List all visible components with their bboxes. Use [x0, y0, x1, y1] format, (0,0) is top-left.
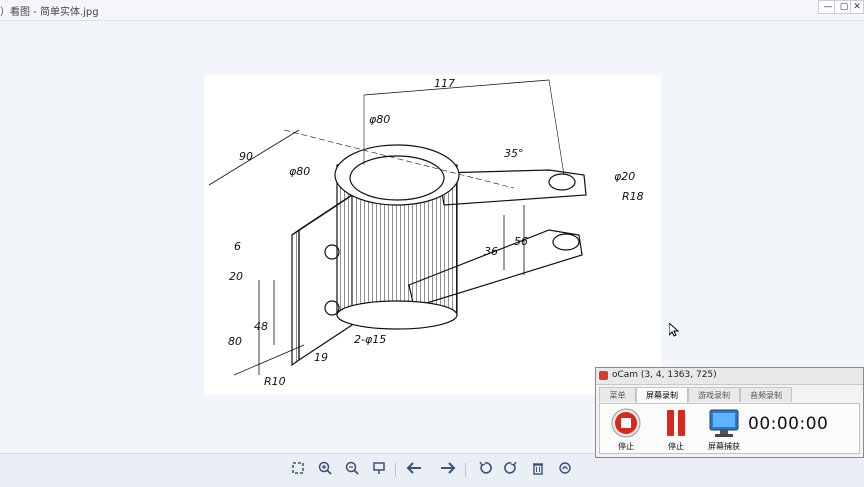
ocam-window: oCam (3, 4, 1363, 725) 菜单 屏幕录制 游戏录制 音频录制… [595, 367, 864, 458]
capture-label: 屏幕捕获 [708, 442, 740, 451]
dim-phi80-top: φ80 [369, 113, 390, 126]
fit-screen-icon[interactable] [288, 461, 308, 479]
tab-audio-record[interactable]: 音频录制 [740, 387, 792, 402]
dim-r18: R18 [622, 190, 644, 203]
stop-label: 停止 [618, 442, 634, 451]
dim-36: 36 [484, 245, 498, 258]
dim-80: 80 [228, 335, 242, 348]
window-title: ）看图 - 简单实体.jpg [0, 7, 99, 18]
pause-label: 停止 [668, 442, 684, 451]
title-bar: ）看图 - 简单实体.jpg — ▢ ✕ [0, 0, 864, 21]
pause-icon [667, 410, 685, 436]
slideshow-icon[interactable] [369, 461, 389, 479]
pause-button[interactable]: 停止 [656, 408, 696, 452]
toolbar-divider [465, 463, 466, 477]
dim-20: 20 [229, 270, 243, 283]
tab-screen-record[interactable]: 屏幕录制 [636, 387, 688, 403]
dim-r10: R10 [264, 375, 286, 388]
dim-6: 6 [234, 240, 241, 253]
displayed-image[interactable]: 117 90 φ80 φ80 35° φ20 R18 36 56 6 20 80… [204, 75, 661, 395]
tab-game-record[interactable]: 游戏录制 [688, 387, 740, 402]
next-icon[interactable] [438, 461, 458, 479]
dim-phi20: φ20 [614, 170, 635, 183]
previous-icon[interactable] [404, 461, 424, 479]
record-timer: 00:00:00 [748, 414, 829, 434]
ocam-logo-icon [599, 371, 608, 380]
close-button[interactable]: ✕ [850, 0, 864, 14]
ocam-title-bar[interactable]: oCam (3, 4, 1363, 725) [596, 368, 863, 385]
ocam-title: oCam (3, 4, 1363, 725) [612, 370, 717, 380]
zoom-in-icon[interactable] [315, 461, 335, 479]
dim-19: 19 [314, 351, 328, 364]
zoom-out-icon[interactable] [342, 461, 362, 479]
dim-90: 90 [239, 150, 253, 163]
viewer-toolbar [0, 453, 864, 487]
toolbar-divider [395, 463, 396, 477]
dim-35deg: 35° [504, 147, 524, 160]
stop-record-icon [611, 408, 641, 438]
ocam-tab-bar: 菜单 屏幕录制 游戏录制 音频录制 [599, 387, 861, 403]
rotate-left-icon[interactable] [475, 461, 495, 479]
dim-2phi15: 2-φ15 [354, 333, 386, 346]
dim-56: 56 [514, 235, 528, 248]
dim-117: 117 [434, 77, 455, 90]
delete-icon[interactable] [528, 461, 548, 479]
monitor-icon [709, 409, 739, 437]
mouse-cursor-icon [668, 321, 680, 341]
technical-drawing: 117 90 φ80 φ80 35° φ20 R18 36 56 6 20 80… [208, 77, 644, 388]
more-icon[interactable] [555, 461, 575, 479]
ocam-control-panel: 停止 停止 屏幕捕获 00:00:00 [599, 403, 860, 454]
rotate-right-icon[interactable] [501, 461, 521, 479]
tab-menu[interactable]: 菜单 [599, 387, 636, 402]
dim-48: 48 [254, 320, 268, 333]
stop-button[interactable]: 停止 [606, 408, 646, 452]
dim-phi80-left: φ80 [289, 165, 310, 178]
screen-capture-button[interactable]: 屏幕捕获 [704, 408, 744, 452]
